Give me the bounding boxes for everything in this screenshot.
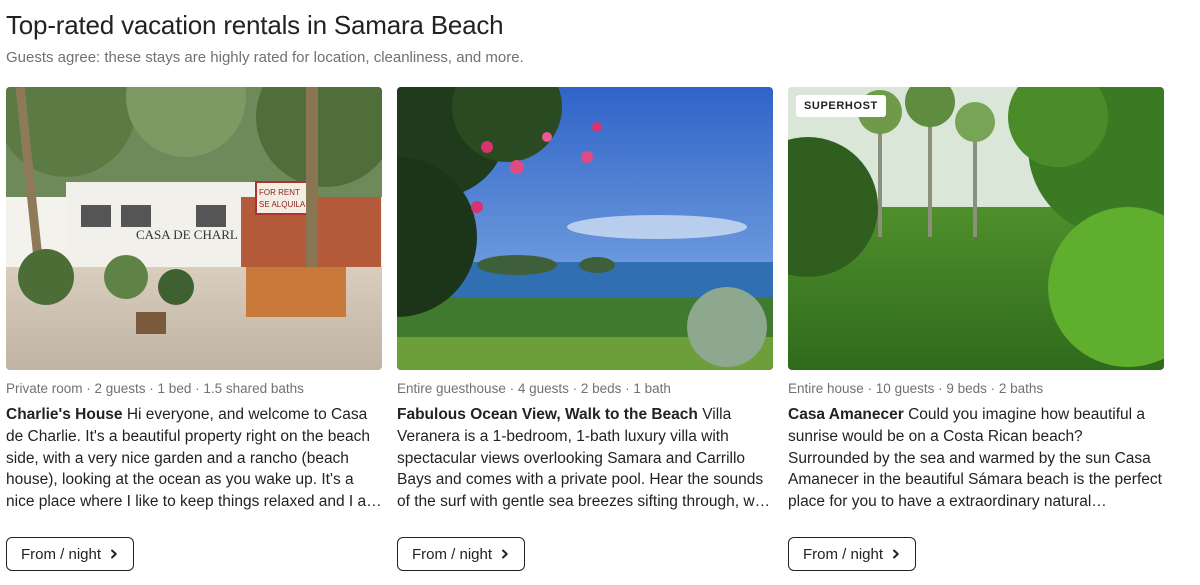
listing-meta: Private room · 2 guests · 1 bed · 1.5 sh… xyxy=(6,381,304,396)
listing-photo[interactable]: SUPERHOST xyxy=(788,87,1164,370)
price-button[interactable]: From / night xyxy=(788,537,917,571)
listing-card-charlies-house[interactable]: CASA DE CHARL FOR RENT SE ALQUILA Privat… xyxy=(6,87,382,579)
listing-name[interactable]: Fabulous Ocean View, Walk to the Beach xyxy=(397,406,698,423)
listing-description: Fabulous Ocean View, Walk to the Beach V… xyxy=(397,404,773,515)
listing-card-casa-amanecer[interactable]: SUPERHOST Entire house · 10 guests · 9 b… xyxy=(788,87,1164,579)
listing-description: Casa Amanecer Could you imagine how beau… xyxy=(788,404,1164,515)
listing-photo[interactable] xyxy=(397,87,773,370)
chevron-right-icon xyxy=(500,549,510,559)
svg-text:CASA DE CHARL: CASA DE CHARL xyxy=(136,227,238,242)
listing-card-fabulous-ocean-view[interactable]: Entire guesthouse · 4 guests · 2 beds · … xyxy=(397,87,773,579)
svg-text:SE ALQUILA: SE ALQUILA xyxy=(259,200,306,209)
photo-ocean-view xyxy=(397,87,773,370)
photo-beach-house: CASA DE CHARL FOR RENT SE ALQUILA xyxy=(6,87,382,370)
price-button-label: From / night xyxy=(412,545,493,563)
section-title: Top-rated vacation rentals in Samara Bea… xyxy=(6,10,504,40)
listing-name[interactable]: Charlie's House xyxy=(6,406,123,423)
listing-meta: Entire guesthouse · 4 guests · 2 beds · … xyxy=(397,381,671,396)
vacation-rentals-section: Top-rated vacation rentals in Samara Bea… xyxy=(0,0,1200,585)
section-subtitle: Guests agree: these stays are highly rat… xyxy=(6,49,524,66)
price-button-label: From / night xyxy=(803,545,884,563)
price-button-label: From / night xyxy=(21,545,102,563)
svg-text:FOR RENT: FOR RENT xyxy=(259,188,300,197)
listing-meta: Entire house · 10 guests · 9 beds · 2 ba… xyxy=(788,381,1044,396)
price-button[interactable]: From / night xyxy=(6,537,135,571)
chevron-right-icon xyxy=(109,549,119,559)
chevron-right-icon xyxy=(891,549,901,559)
listing-name[interactable]: Casa Amanecer xyxy=(788,406,904,423)
price-button[interactable]: From / night xyxy=(397,537,526,571)
photo-palm-garden xyxy=(788,87,1164,370)
superhost-badge: SUPERHOST xyxy=(796,95,886,117)
listing-photo[interactable]: CASA DE CHARL FOR RENT SE ALQUILA xyxy=(6,87,382,370)
listing-description: Charlie's House Hi everyone, and welcome… xyxy=(6,404,382,515)
